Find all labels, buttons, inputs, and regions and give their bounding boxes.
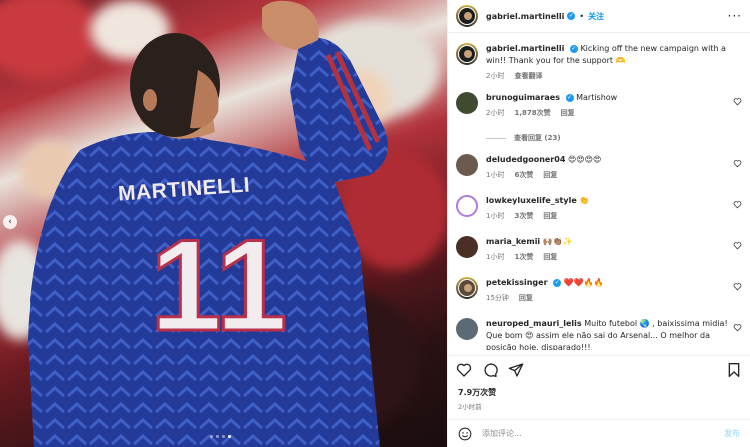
emoji-picker-icon[interactable] — [458, 427, 472, 441]
like-comment-heart-icon[interactable] — [733, 323, 742, 332]
comment-item: lowkeyluxelife_style 👏 1小时 3次赞 回复 — [456, 195, 742, 222]
comment-text: 👏 — [579, 196, 590, 205]
reply-button[interactable]: 回复 — [543, 169, 557, 181]
player-figure: 11 — [28, 0, 388, 447]
action-bar — [448, 355, 750, 383]
reply-button[interactable]: 回复 — [543, 210, 557, 222]
commenter-avatar[interactable] — [456, 318, 478, 340]
commenter-avatar[interactable] — [456, 154, 478, 176]
comments-list[interactable]: gabriel.martinelli ✓ Kicking off the new… — [448, 33, 750, 350]
carousel-dot — [222, 435, 225, 438]
comment-item: neuroped_mauri_lelis Muito futebol 🌏 , b… — [456, 318, 742, 350]
reply-button[interactable]: 回复 — [519, 292, 533, 304]
carousel-dot — [216, 435, 219, 438]
comment-likes[interactable]: 1,878次赞 — [514, 107, 550, 119]
like-comment-heart-icon[interactable] — [733, 200, 742, 209]
reply-button[interactable]: 回复 — [543, 251, 557, 263]
verified-badge-icon: ✓ — [569, 44, 578, 53]
commenter-avatar[interactable] — [456, 195, 478, 217]
carousel-dot-active — [228, 435, 231, 438]
comment-item: petekissinger ✓ ❤️❤️🔥🔥 15分钟 回复 — [456, 277, 742, 304]
jersey-number: 11 — [150, 212, 287, 358]
comment-text: Martishow — [576, 93, 618, 102]
comment-time: 15分钟 — [486, 294, 509, 302]
comment-likes[interactable]: 1次赞 — [514, 251, 533, 263]
author-avatar[interactable] — [456, 5, 478, 27]
comment-time: 1小时 — [486, 171, 505, 179]
more-options-icon[interactable]: ··· — [728, 9, 742, 23]
carousel-dot — [210, 435, 213, 438]
likes-count[interactable]: 7.9万次赞 — [458, 387, 496, 398]
author-username[interactable]: gabriel.martinelli — [486, 12, 564, 21]
separator-dot: • — [579, 11, 585, 21]
comment-username[interactable]: lowkeyluxelife_style — [486, 196, 577, 205]
post-header: gabriel.martinelli ✓ • 关注 ··· — [448, 0, 750, 33]
follow-button[interactable]: 关注 — [588, 11, 604, 22]
post-panel: gabriel.martinelli ✓ • 关注 ··· gabriel.ma… — [447, 0, 750, 447]
caption: gabriel.martinelli ✓ Kicking off the new… — [456, 43, 742, 82]
verified-badge-icon: ✓ — [565, 93, 574, 102]
comment-username[interactable]: brunoguimaraes — [486, 93, 560, 102]
commenter-avatar[interactable] — [456, 92, 478, 114]
carousel-prev-button[interactable]: ‹ — [3, 215, 17, 229]
reply-button[interactable]: 回复 — [561, 107, 575, 119]
comment-username[interactable]: neuroped_mauri_lelis — [486, 319, 582, 328]
translate-link[interactable]: 查看翻译 — [514, 70, 542, 82]
comment-bubble-icon[interactable] — [482, 362, 498, 378]
comment-text: 😍😍😍😍 — [567, 155, 602, 164]
comment-input[interactable] — [482, 429, 724, 438]
author-avatar[interactable] — [456, 43, 478, 65]
comment-username[interactable]: maria_kemii — [486, 237, 540, 246]
save-bookmark-icon[interactable] — [726, 362, 742, 378]
comment-text: 🙌🏽👏🏽✨ — [542, 237, 573, 246]
verified-badge-icon: ✓ — [553, 278, 562, 287]
post-photo[interactable]: 11 MARTINELLI ‹ — [0, 0, 447, 447]
posted-time: 2小时前 — [458, 403, 482, 411]
comment-item: brunoguimaraes ✓ Martishow 2小时 1,878次赞 回… — [456, 92, 742, 119]
like-comment-heart-icon[interactable] — [733, 97, 742, 106]
comment-text: ❤️❤️🔥🔥 — [563, 278, 604, 287]
commenter-avatar[interactable] — [456, 277, 478, 299]
comment-likes[interactable]: 6次赞 — [514, 169, 533, 181]
comment-composer: 发布 — [448, 419, 750, 447]
comment-username[interactable]: deludedgooner04 — [486, 155, 565, 164]
comment-username[interactable]: petekissinger — [486, 278, 548, 287]
share-send-icon[interactable] — [508, 362, 524, 378]
caption-username[interactable]: gabriel.martinelli — [486, 44, 564, 53]
view-replies-button[interactable]: 查看回复 (23) — [486, 133, 561, 143]
caption-time: 2小时 — [486, 72, 505, 80]
comment-item: maria_kemii 🙌🏽👏🏽✨ 1小时 1次赞 回复 — [456, 236, 742, 263]
comment-item: deludedgooner04 😍😍😍😍 1小时 6次赞 回复 — [456, 154, 742, 181]
like-heart-icon[interactable] — [456, 362, 472, 378]
comment-likes[interactable]: 3次赞 — [514, 210, 533, 222]
like-comment-heart-icon[interactable] — [733, 159, 742, 168]
like-comment-heart-icon[interactable] — [733, 241, 742, 250]
post-comment-button[interactable]: 发布 — [724, 428, 740, 439]
comment-time: 1小时 — [486, 212, 505, 220]
verified-badge-icon: ✓ — [567, 12, 576, 20]
carousel-dots — [210, 435, 231, 438]
commenter-avatar[interactable] — [456, 236, 478, 258]
comment-time: 2小时 — [486, 109, 505, 117]
like-comment-heart-icon[interactable] — [733, 282, 742, 291]
view-replies-label[interactable]: 查看回复 (23) — [514, 133, 561, 143]
comment-time: 1小时 — [486, 253, 505, 261]
